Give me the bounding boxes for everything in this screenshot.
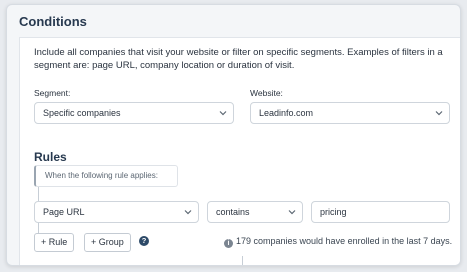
segment-select-value: Specific companies — [43, 108, 121, 118]
rule-operator-value: contains — [216, 207, 250, 217]
rule-applies-box: When the following rule applies: — [34, 165, 178, 187]
segment-label: Segment: — [34, 88, 71, 98]
rule-tree-connector-lower — [38, 223, 39, 233]
conditions-card: Conditions Include all companies that vi… — [6, 4, 461, 266]
website-label: Website: — [250, 88, 283, 98]
chevron-down-icon — [435, 111, 443, 116]
segment-select[interactable]: Specific companies — [34, 102, 234, 124]
rule-tree-connector-bottom — [242, 256, 243, 265]
enroll-estimate-text: 179 companies would have enrolled in the… — [236, 236, 453, 246]
rule-value-input[interactable]: pricing — [311, 201, 450, 223]
add-group-button[interactable]: + Group — [84, 233, 131, 252]
rule-tree-connector — [38, 187, 39, 201]
rules-title: Rules — [34, 150, 67, 164]
website-select-value: Leadinfo.com — [259, 108, 314, 118]
add-rule-button[interactable]: + Rule — [34, 233, 75, 252]
conditions-panel: Include all companies that visit your we… — [19, 37, 460, 265]
conditions-title: Conditions — [19, 14, 87, 29]
rule-field-value: Page URL — [43, 207, 85, 217]
chevron-down-icon — [184, 210, 192, 215]
rule-operator-select[interactable]: contains — [207, 201, 303, 223]
rule-field-select[interactable]: Page URL — [34, 201, 199, 223]
chevron-down-icon — [219, 111, 227, 116]
enroll-estimate: i 179 companies would have enrolled in th… — [224, 236, 452, 248]
help-icon[interactable]: ? — [139, 236, 149, 246]
chevron-down-icon — [288, 210, 296, 215]
conditions-description: Include all companies that visit your we… — [34, 47, 443, 71]
info-icon: i — [224, 239, 233, 248]
website-select[interactable]: Leadinfo.com — [250, 102, 450, 124]
